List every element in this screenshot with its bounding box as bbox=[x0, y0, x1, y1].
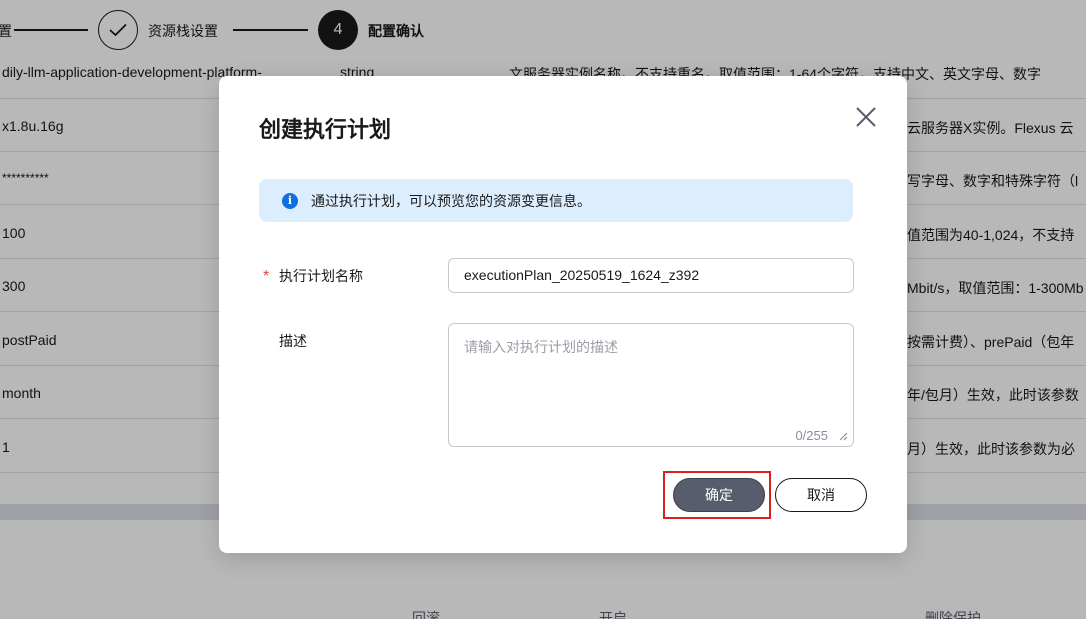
dialog-title: 创建执行计划 bbox=[259, 117, 392, 142]
plan-name-label: 执行计划名称 bbox=[279, 268, 363, 284]
info-icon: i bbox=[282, 192, 298, 209]
required-mark: * bbox=[263, 268, 270, 285]
close-icon bbox=[856, 107, 876, 127]
close-button[interactable] bbox=[853, 104, 879, 130]
create-execution-plan-dialog: 创建执行计划 i 通过执行计划，可以预览您的资源变更信息。 * 执行计划名称 e… bbox=[219, 76, 907, 553]
description-placeholder: 请输入对执行计划的描述 bbox=[464, 339, 618, 355]
char-counter: 0/255 bbox=[795, 428, 828, 443]
description-label: 描述 bbox=[279, 333, 307, 349]
info-banner: i 通过执行计划，可以预览您的资源变更信息。 bbox=[259, 179, 853, 222]
resize-icon[interactable] bbox=[838, 431, 848, 441]
cancel-button[interactable]: 取消 bbox=[775, 478, 867, 512]
description-textarea[interactable]: 请输入对执行计划的描述 0/255 bbox=[448, 323, 854, 447]
info-text: 通过执行计划，可以预览您的资源变更信息。 bbox=[311, 192, 591, 209]
plan-name-input[interactable]: executionPlan_20250519_1624_z392 bbox=[448, 258, 854, 293]
confirm-button[interactable]: 确定 bbox=[673, 478, 765, 512]
